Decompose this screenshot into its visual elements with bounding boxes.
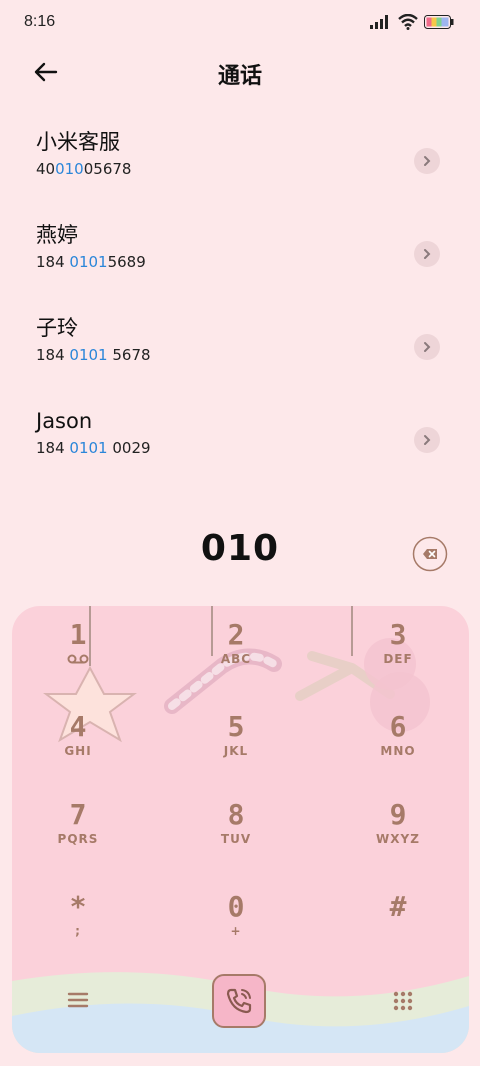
dialpad-grid-icon (393, 991, 413, 1011)
chevron-right-icon (424, 435, 431, 445)
key-digit: 8 (227, 798, 245, 831)
contact-name: 燕婷 (36, 223, 78, 247)
key-hash[interactable]: # (338, 892, 458, 924)
key-digit: 1 (69, 618, 87, 651)
key-digit: * (69, 890, 87, 923)
key-digit: 5 (227, 710, 245, 743)
signal-icon (370, 15, 388, 29)
contact-row[interactable]: Jason 184 0101 0029 (0, 407, 480, 500)
key-letters: GHI (64, 744, 92, 758)
backspace-button[interactable] (412, 536, 448, 572)
key-2[interactable]: 2 ABC (176, 618, 296, 667)
chevron-right-icon (424, 249, 431, 259)
status-bar: 8:16 (0, 0, 480, 46)
contact-row[interactable]: 子玲 184 0101 5678 (0, 314, 480, 407)
contact-detail-button[interactable] (414, 334, 440, 360)
key-letters: + (230, 924, 242, 938)
key-letters: DEF (383, 652, 413, 666)
voicemail-icon (67, 654, 89, 664)
dialpad: 1 2 ABC 3 DEF 4 GHI 5 JKL 6 MNO 7 PQRS 8… (12, 606, 469, 1053)
menu-button[interactable] (66, 990, 90, 1010)
contact-list: 小米客服 4001005678 燕婷 184 01015689 子玲 184 0… (0, 128, 480, 500)
menu-icon (67, 992, 89, 1008)
key-digit: 2 (227, 618, 245, 651)
contact-name: Jason (36, 409, 93, 433)
contact-name: 子玲 (36, 316, 78, 340)
key-letters: MNO (380, 744, 416, 758)
key-4[interactable]: 4 GHI (18, 710, 138, 759)
key-letters: TUV (220, 832, 252, 846)
key-digit: 0 (227, 890, 245, 923)
key-8[interactable]: 8 TUV (176, 798, 296, 847)
contact-row[interactable]: 小米客服 4001005678 (0, 128, 480, 221)
wifi-icon (398, 14, 418, 30)
contact-detail-button[interactable] (414, 148, 440, 174)
status-time: 8:16 (24, 13, 56, 30)
key-letters: WXYZ (376, 832, 420, 846)
key-digit: # (389, 890, 407, 923)
key-digit: 3 (389, 618, 407, 651)
key-digit: 4 (69, 710, 87, 743)
chevron-right-icon (424, 156, 431, 166)
call-button[interactable] (212, 974, 266, 1028)
key-7[interactable]: 7 PQRS (18, 798, 138, 847)
key-letters: PQRS (57, 832, 99, 846)
key-1[interactable]: 1 (18, 620, 138, 669)
contact-detail-button[interactable] (414, 241, 440, 267)
page-title: 通话 (217, 64, 262, 89)
key-digit: 7 (69, 798, 87, 831)
battery-icon (424, 15, 454, 29)
key-3[interactable]: 3 DEF (338, 618, 458, 667)
key-letters: ; (75, 924, 81, 938)
key-6[interactable]: 6 MNO (338, 710, 458, 759)
chevron-right-icon (424, 342, 431, 352)
contact-name: 小米客服 (36, 130, 120, 154)
contact-detail-button[interactable] (414, 427, 440, 453)
key-letters: ABC (220, 652, 252, 666)
dialpad-toggle-button[interactable] (392, 990, 414, 1012)
call-icon (226, 988, 252, 1014)
key-letters: JKL (223, 744, 249, 758)
contact-row[interactable]: 燕婷 184 01015689 (0, 221, 480, 314)
key-digit: 6 (389, 710, 407, 743)
key-star[interactable]: * ; (18, 890, 138, 939)
backspace-icon (412, 536, 448, 572)
key-9[interactable]: 9 WXYZ (338, 798, 458, 847)
key-5[interactable]: 5 JKL (176, 710, 296, 759)
key-0[interactable]: 0 + (176, 890, 296, 939)
key-digit: 9 (389, 798, 407, 831)
dialed-number: 010 (200, 528, 280, 569)
header: 通话 (0, 46, 480, 100)
